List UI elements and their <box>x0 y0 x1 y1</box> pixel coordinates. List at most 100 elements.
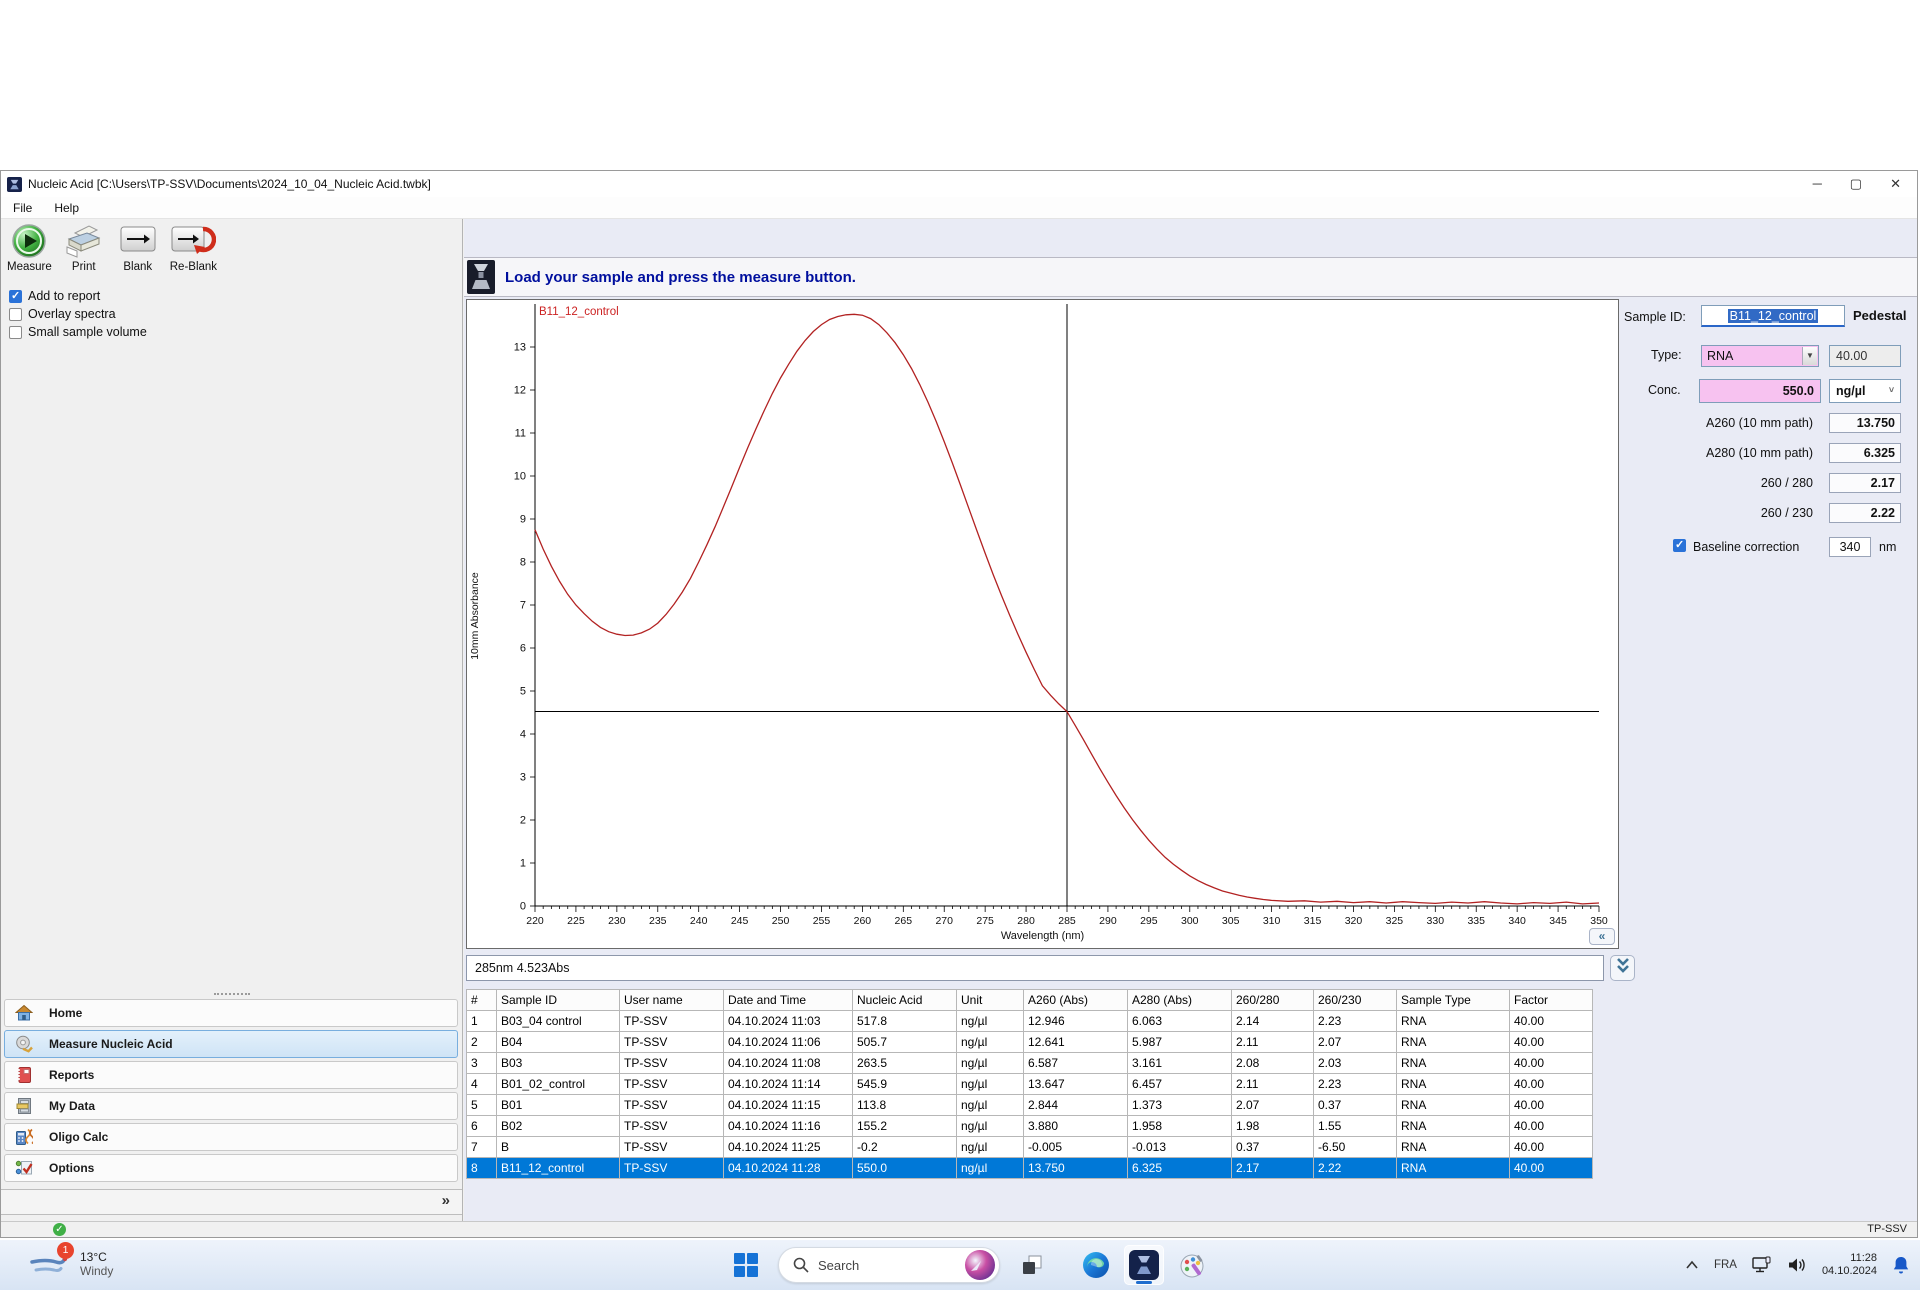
minimize-button[interactable]: ─ <box>1813 171 1822 197</box>
svg-text:230: 230 <box>608 915 626 927</box>
expand-table-button[interactable] <box>1610 955 1635 981</box>
table-row[interactable]: 6B02TP-SSV04.10.2024 11:16155.2ng/µl3.88… <box>467 1116 1593 1137</box>
pane-splitter-handle[interactable] <box>214 993 250 995</box>
column-header[interactable]: Sample Type <box>1397 990 1510 1011</box>
table-row[interactable]: 1B03_04 controlTP-SSV04.10.2024 11:03517… <box>467 1011 1593 1032</box>
checkbox-box[interactable] <box>9 308 22 321</box>
sidebar-item-my-data[interactable]: My Data <box>4 1092 458 1120</box>
table-row[interactable]: 7BTP-SSV04.10.2024 11:25-0.2ng/µl-0.005-… <box>467 1137 1593 1158</box>
cell: 12.641 <box>1024 1032 1128 1053</box>
checkbox-small-sample-volume[interactable]: Small sample volume <box>9 323 462 341</box>
cell: 40.00 <box>1510 1137 1593 1158</box>
column-header[interactable]: Unit <box>957 990 1024 1011</box>
checkbox-overlay-spectra[interactable]: Overlay spectra <box>9 305 462 323</box>
cell: 04.10.2024 11:16 <box>724 1116 853 1137</box>
baseline-correction-label: Baseline correction <box>1693 540 1799 554</box>
nucleic-acid-app-button[interactable] <box>1124 1245 1164 1285</box>
svg-text:260: 260 <box>854 915 872 927</box>
cell: 5.987 <box>1128 1032 1232 1053</box>
svg-text:340: 340 <box>1508 915 1526 927</box>
toolbar: Measure Print Blank <box>1 219 462 277</box>
reports-icon <box>13 1066 35 1084</box>
column-header[interactable]: Factor <box>1510 990 1593 1011</box>
tray-date: 04.10.2024 <box>1822 1265 1877 1278</box>
collapse-panel-button[interactable]: « <box>1589 928 1615 945</box>
table-row[interactable]: 4B01_02_controlTP-SSV04.10.2024 11:14545… <box>467 1074 1593 1095</box>
cell: 40.00 <box>1510 1053 1593 1074</box>
task-view-button[interactable] <box>1012 1245 1052 1285</box>
svg-text:0: 0 <box>520 901 526 913</box>
svg-text:300: 300 <box>1181 915 1199 927</box>
checkbox-box[interactable] <box>9 326 22 339</box>
unit-select[interactable]: ng/µl ˅ <box>1829 379 1901 403</box>
cell: 2.844 <box>1024 1095 1128 1116</box>
column-header[interactable]: # <box>467 990 497 1011</box>
chevron-down-icon[interactable]: ▼ <box>1802 347 1817 365</box>
column-header[interactable]: A280 (Abs) <box>1128 990 1232 1011</box>
type-select[interactable]: RNA ▼ <box>1701 345 1819 367</box>
sample-id-input[interactable]: B11_12_control <box>1701 305 1845 327</box>
connection-ok-icon: ✓ <box>53 1223 66 1236</box>
measure-button[interactable]: Measure <box>7 223 52 273</box>
search-box[interactable]: Search <box>778 1247 1000 1283</box>
search-icon <box>793 1257 809 1273</box>
cell: 2.22 <box>1314 1158 1397 1179</box>
conc-value: 550.0 <box>1783 384 1814 398</box>
start-button[interactable] <box>726 1245 766 1285</box>
language-indicator[interactable]: FRA <box>1714 1259 1737 1271</box>
blank-button[interactable]: Blank <box>116 223 160 273</box>
column-header[interactable]: 260/280 <box>1232 990 1314 1011</box>
cell: 04.10.2024 11:06 <box>724 1032 853 1053</box>
x-axis-ticks: 2202252302352402452502552602652702752802… <box>526 906 1608 927</box>
network-icon[interactable] <box>1752 1256 1772 1274</box>
baseline-correction-checkbox[interactable] <box>1673 539 1686 552</box>
table-row[interactable]: 2B04TP-SSV04.10.2024 11:06505.7ng/µl12.6… <box>467 1032 1593 1053</box>
table-row[interactable]: 3B03TP-SSV04.10.2024 11:08263.5ng/µl6.58… <box>467 1053 1593 1074</box>
reblank-arrow-icon <box>170 223 216 259</box>
print-button[interactable]: Print <box>62 223 106 273</box>
chevron-down-icon[interactable]: ˅ <box>1884 381 1899 401</box>
edge-browser-button[interactable] <box>1076 1245 1116 1285</box>
table-row[interactable]: 8B11_12_controlTP-SSV04.10.2024 11:28550… <box>467 1158 1593 1179</box>
spectrum-plot[interactable]: 2202252302352402452502552602652702752802… <box>467 300 1618 948</box>
maximize-button[interactable]: ▢ <box>1850 171 1862 197</box>
message-bar: Load your sample and press the measure b… <box>464 257 1917 297</box>
checkbox-add-to-report[interactable]: Add to report <box>9 287 462 305</box>
sidebar-item-measure-nucleic-acid[interactable]: Measure Nucleic Acid <box>4 1030 458 1058</box>
sidebar-item-oligo-calc[interactable]: Oligo Calc <box>4 1123 458 1151</box>
column-header[interactable]: Sample ID <box>497 990 620 1011</box>
column-header[interactable]: A260 (Abs) <box>1024 990 1128 1011</box>
column-header[interactable]: User name <box>620 990 724 1011</box>
weather-widget[interactable]: 1 13°C Windy <box>28 1244 113 1284</box>
notification-bell-icon[interactable] <box>1892 1255 1910 1275</box>
close-button[interactable]: ✕ <box>1890 171 1901 197</box>
clock-widget[interactable]: 11:28 04.10.2024 <box>1822 1252 1877 1278</box>
cell: TP-SSV <box>620 1011 724 1032</box>
menu-file[interactable]: File <box>13 201 32 215</box>
nav-expand-button[interactable]: » <box>442 1192 450 1209</box>
column-header[interactable]: Date and Time <box>724 990 853 1011</box>
cell: 3.161 <box>1128 1053 1232 1074</box>
paint-app-button[interactable] <box>1172 1245 1212 1285</box>
baseline-wavelength-input[interactable]: 340 <box>1829 537 1871 557</box>
spectrum-chart[interactable]: B11_12_control 2202252302352402452502552… <box>466 299 1619 949</box>
sidebar-item-options[interactable]: Options <box>4 1154 458 1182</box>
table-row[interactable]: 5B01TP-SSV04.10.2024 11:15113.8ng/µl2.84… <box>467 1095 1593 1116</box>
volume-icon[interactable] <box>1787 1257 1807 1273</box>
sidebar-item-home[interactable]: Home <box>4 999 458 1027</box>
column-header[interactable]: Nucleic Acid <box>853 990 957 1011</box>
column-header[interactable]: 260/230 <box>1314 990 1397 1011</box>
cell: RNA <box>1397 1095 1510 1116</box>
svg-text:335: 335 <box>1467 915 1485 927</box>
search-highlight-art[interactable] <box>964 1249 996 1281</box>
reblank-button[interactable]: Re-Blank <box>170 223 217 273</box>
cell: 155.2 <box>853 1116 957 1137</box>
cell: 2.08 <box>1232 1053 1314 1074</box>
menu-help[interactable]: Help <box>54 201 79 215</box>
instrument-icon <box>467 260 495 294</box>
checkbox-box[interactable] <box>9 290 22 303</box>
ratio-260-230-label: 260 / 230 <box>1761 506 1813 520</box>
svg-text:12: 12 <box>514 385 526 397</box>
hidden-icons-chevron[interactable] <box>1685 1260 1699 1270</box>
sidebar-item-reports[interactable]: Reports <box>4 1061 458 1089</box>
